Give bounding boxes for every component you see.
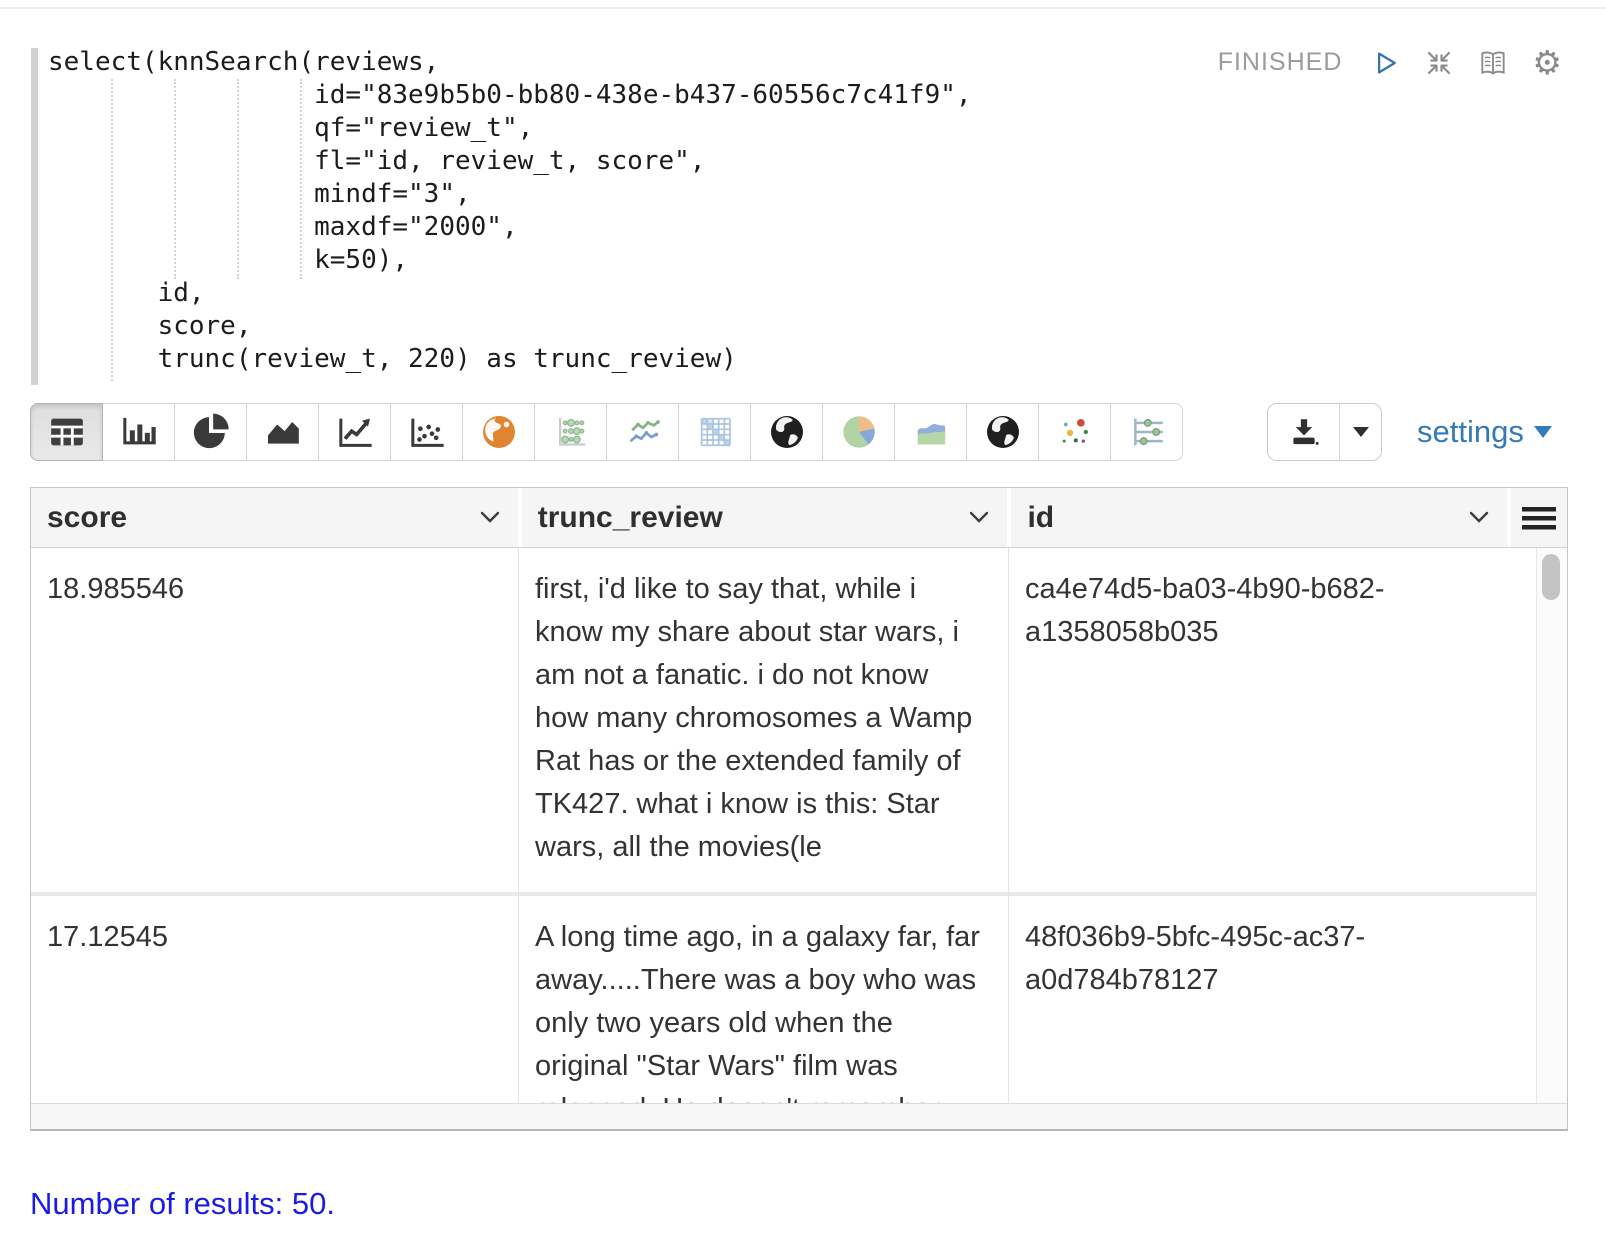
vertical-scrollbar[interactable]	[1537, 548, 1567, 1103]
heatmap-grid-blue-icon	[695, 412, 735, 452]
table-horizontal-scroll-area[interactable]	[31, 1103, 1567, 1129]
caret-down-icon	[1353, 427, 1369, 437]
book-icon	[1477, 48, 1509, 78]
query-code[interactable]: select(knnSearch(reviews, id="83e9b5b0-b…	[48, 46, 972, 376]
table-menu-button[interactable]	[1511, 488, 1567, 547]
viz-button-map-orange[interactable]	[462, 403, 535, 461]
report-view-button[interactable]	[1477, 48, 1509, 78]
chevron-down-icon	[480, 511, 500, 524]
column-score: 18.985546 17.12545	[31, 548, 519, 1103]
viz-button-scatter-chart[interactable]	[390, 403, 463, 461]
chart-type-group	[30, 403, 1183, 461]
paragraph-editor[interactable]: select(knnSearch(reviews, id="83e9b5b0-b…	[30, 46, 1270, 391]
area-chart-icon	[263, 412, 303, 452]
code-line: qf="review_t",	[48, 112, 972, 145]
area-colored-icon	[911, 412, 951, 452]
viz-button-bubble-grid[interactable]	[534, 403, 607, 461]
viz-button-table[interactable]	[30, 403, 103, 461]
viz-button-scatter-colored[interactable]	[1038, 403, 1111, 461]
code-line: maxdf="2000",	[48, 211, 972, 244]
cell-score-row2: 17.12545	[31, 896, 518, 1103]
viz-button-pie-chart[interactable]	[174, 403, 247, 461]
table-chart-icon	[47, 412, 87, 452]
download-button[interactable]	[1268, 404, 1340, 460]
scrollbar-thumb[interactable]	[1542, 554, 1560, 600]
viz-button-bar-chart[interactable]	[102, 403, 175, 461]
viz-button-multi-line[interactable]	[606, 403, 679, 461]
status-badge: FINISHED	[1218, 48, 1343, 77]
hamburger-menu-icon	[1522, 506, 1556, 530]
viz-button-map-dark-2[interactable]	[966, 403, 1039, 461]
viz-button-area-chart[interactable]	[246, 403, 319, 461]
code-line: id,	[48, 277, 972, 310]
column-id: ca4e74d5-ba03-4b90-b682-a1358058b035 48f…	[1009, 548, 1537, 1103]
chevron-down-icon	[1469, 511, 1489, 524]
column-label: trunc_review	[538, 501, 723, 535]
code-line: select(knnSearch(reviews,	[48, 46, 972, 79]
viz-button-pie-colored[interactable]	[822, 403, 895, 461]
cell-id-row1: ca4e74d5-ba03-4b90-b682-a1358058b035	[1009, 548, 1536, 896]
editor-gutter	[31, 48, 38, 385]
column-header-trunc-review[interactable]: trunc_review	[522, 488, 1008, 547]
caret-down-icon	[1534, 426, 1552, 438]
code-line: id="83e9b5b0-bb80-438e-b437-60556c7c41f9…	[48, 79, 972, 112]
multi-line-colored-icon	[623, 412, 663, 452]
visualization-toolbar: settings	[30, 403, 1576, 461]
column-label: id	[1027, 501, 1054, 535]
table-body: 18.985546 17.12545 first, i'd like to sa…	[31, 548, 1567, 1103]
settings-gear-button[interactable]: ⚙	[1532, 46, 1562, 79]
download-options-button[interactable]	[1340, 404, 1381, 460]
table-header-row: score trunc_review id	[31, 488, 1567, 548]
scatter-colored-icon	[1055, 412, 1095, 452]
code-line: trunc(review_t, 220) as trunc_review)	[48, 343, 972, 376]
code-line: k=50),	[48, 244, 972, 277]
globe-orange-icon	[479, 412, 519, 452]
chevron-down-icon	[969, 511, 989, 524]
download-split-button	[1267, 403, 1382, 461]
globe-dark-icon	[767, 412, 807, 452]
play-icon	[1371, 48, 1401, 78]
cell-trunc-review-row1: first, i'd like to say that, while i kno…	[519, 548, 1008, 896]
cell-trunc-review-row2: A long time ago, in a galaxy far, far aw…	[519, 896, 1008, 1103]
code-line: fl="id, review_t, score",	[48, 145, 972, 178]
compress-icon	[1424, 48, 1454, 78]
viz-button-range-sliders[interactable]	[1110, 403, 1183, 461]
viz-button-line-chart[interactable]	[318, 403, 391, 461]
run-button[interactable]	[1371, 48, 1401, 78]
code-line: score,	[48, 310, 972, 343]
column-trunc-review: first, i'd like to say that, while i kno…	[519, 548, 1009, 1103]
code-line: mindf="3",	[48, 178, 972, 211]
viz-button-area-colored[interactable]	[894, 403, 967, 461]
column-header-id[interactable]: id	[1011, 488, 1507, 547]
column-label: score	[47, 501, 127, 535]
cell-id-row2: 48f036b9-5bfc-495c-ac37-a0d784b78127	[1009, 896, 1536, 1103]
globe-dark-icon	[983, 412, 1023, 452]
notebook-paragraph: select(knnSearch(reviews, id="83e9b5b0-b…	[0, 0, 1606, 1250]
bubble-grid-green-icon	[551, 412, 591, 452]
column-header-score[interactable]: score	[31, 488, 518, 547]
viz-button-heatmap[interactable]	[678, 403, 751, 461]
bar-chart-icon	[119, 412, 159, 452]
range-sliders-icon	[1127, 412, 1167, 452]
result-table: score trunc_review id	[30, 487, 1568, 1131]
pie-chart-icon	[191, 412, 231, 452]
paragraph-top-divider	[0, 7, 1606, 9]
paragraph-controls: FINISHED ⚙	[1218, 46, 1562, 79]
download-icon	[1287, 415, 1321, 449]
scatter-chart-icon	[407, 412, 447, 452]
results-count-text: Number of results: 50.	[30, 1186, 335, 1222]
settings-link[interactable]: settings	[1417, 414, 1552, 450]
line-chart-icon	[335, 412, 375, 452]
cell-score-row1: 18.985546	[31, 548, 518, 896]
pie-colored-icon	[839, 412, 879, 452]
collapse-button[interactable]	[1424, 48, 1454, 78]
viz-button-map-dark-1[interactable]	[750, 403, 823, 461]
settings-label: settings	[1417, 414, 1524, 450]
